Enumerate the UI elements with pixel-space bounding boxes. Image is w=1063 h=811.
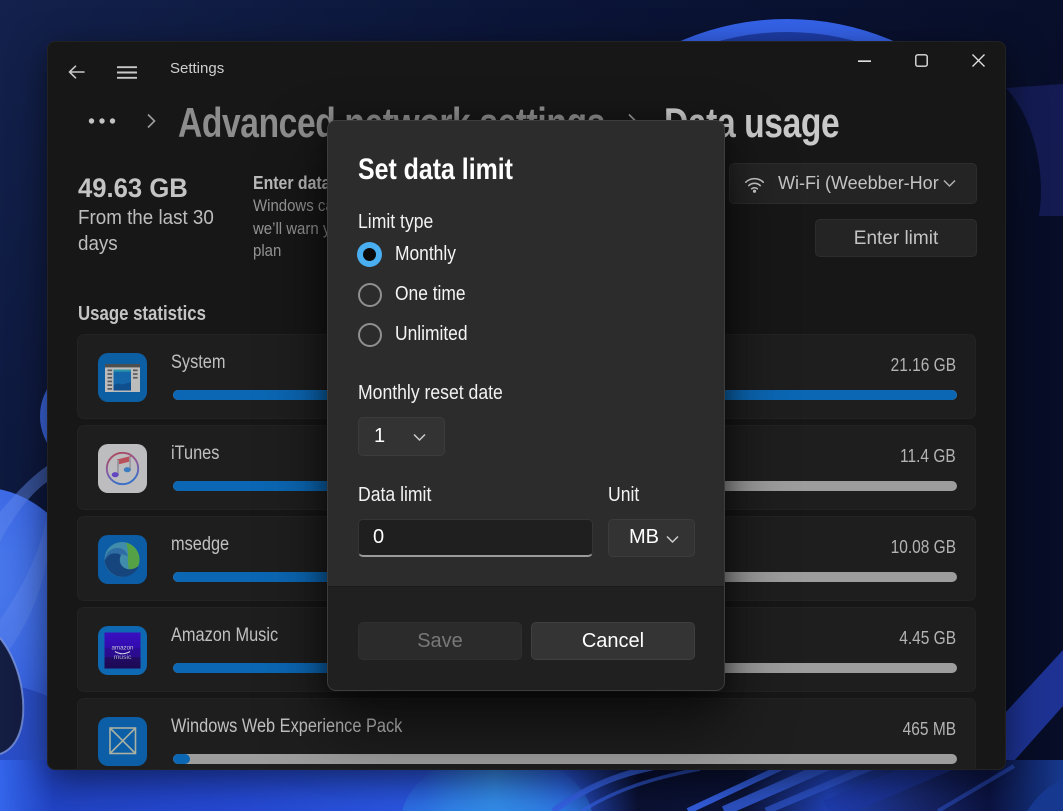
svg-text:music: music — [114, 654, 132, 661]
svg-text:amazon: amazon — [111, 645, 134, 652]
